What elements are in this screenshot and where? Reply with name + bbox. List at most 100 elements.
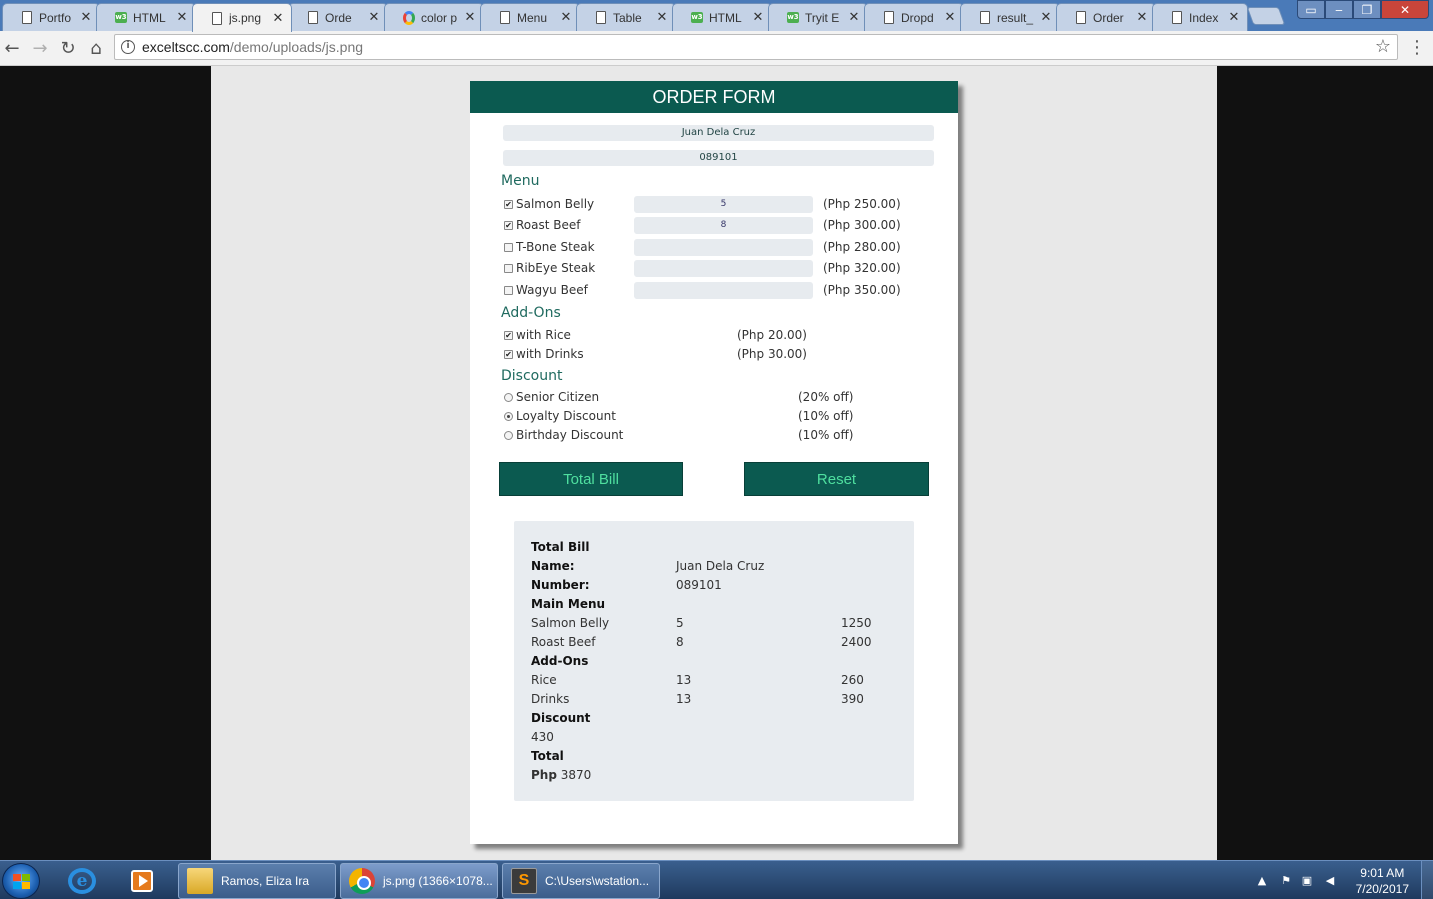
action-center-flag-icon[interactable]: ⚑	[1279, 874, 1293, 888]
discount-label: Senior Citizen	[516, 390, 600, 404]
addon-label: with Rice	[516, 328, 571, 342]
menu-item-price: (Php 350.00)	[823, 283, 901, 297]
volume-icon[interactable]: ◀	[1323, 874, 1337, 888]
page-icon	[21, 11, 33, 25]
w3schools-icon: w3	[787, 12, 799, 23]
image-background: ORDER FORM Juan Dela Cruz 089101 Menu ✔ …	[211, 66, 1217, 860]
browser-tab[interactable]: w3 HTML ✕	[672, 3, 772, 31]
menu-item-price: (Php 300.00)	[823, 218, 901, 232]
bookmark-star-icon[interactable]: ☆	[1375, 36, 1391, 57]
menu-item-label: Wagyu Beef	[516, 283, 588, 297]
browser-tab[interactable]: w3 Tryit E ✕	[768, 3, 868, 31]
bill-number-value: 089101	[676, 578, 722, 592]
system-tray: ▲ ⚑ ▣ ◀ 9:01 AM 7/20/2017	[1253, 861, 1433, 899]
browser-tab[interactable]: Order ✕	[1056, 3, 1156, 31]
checkbox[interactable]	[504, 263, 513, 273]
page-icon	[883, 11, 895, 25]
new-tab-button[interactable]	[1246, 7, 1286, 25]
info-icon[interactable]: i	[121, 40, 135, 54]
checkbox-checked[interactable]: ✔	[504, 199, 513, 209]
close-icon[interactable]: ✕	[751, 10, 765, 25]
bill-item-qty: 5	[676, 616, 684, 630]
close-icon[interactable]: ✕	[1039, 10, 1053, 25]
tab-title: Dropd	[901, 10, 934, 25]
browser-tab[interactable]: Orde ✕	[288, 3, 388, 31]
close-icon[interactable]: ✕	[1135, 10, 1149, 25]
close-icon[interactable]: ✕	[847, 10, 861, 25]
close-window-button[interactable]: ✕	[1381, 0, 1429, 19]
discount-off: (20% off)	[798, 390, 854, 404]
radio-button[interactable]	[504, 392, 513, 402]
taskbar-item-chrome[interactable]: js.png (1366×1078...	[340, 863, 498, 899]
checkbox[interactable]	[504, 242, 513, 252]
internet-explorer-icon[interactable]: e	[60, 864, 104, 898]
addon-price: (Php 30.00)	[737, 347, 807, 361]
browser-tab[interactable]: Dropd ✕	[864, 3, 964, 31]
forward-arrow-icon[interactable]: →	[28, 36, 52, 60]
bill-item-amount: 1250	[841, 616, 872, 630]
page-icon	[499, 11, 511, 25]
home-icon[interactable]: ⌂	[84, 36, 108, 60]
media-player-icon[interactable]	[120, 864, 164, 898]
close-icon[interactable]: ✕	[559, 10, 573, 25]
bill-discount-value: 430	[531, 730, 554, 744]
w3schools-icon: w3	[115, 12, 127, 23]
maximize-button[interactable]: ❐	[1353, 0, 1381, 19]
total-bill-button[interactable]: Total Bill	[499, 462, 683, 496]
address-bar[interactable]: i exceltscc.com/demo/uploads/js.png ☆	[114, 34, 1398, 60]
checkbox-checked[interactable]: ✔	[504, 220, 513, 230]
close-icon[interactable]: ✕	[271, 11, 285, 26]
url-text: exceltscc.com/demo/uploads/js.png	[142, 39, 363, 55]
radio-button[interactable]	[504, 430, 513, 440]
user-icon[interactable]: ▭	[1297, 0, 1325, 19]
browser-tab[interactable]: Menu ✕	[480, 3, 580, 31]
menu-item-price: (Php 250.00)	[823, 197, 901, 211]
taskbar-item-label: js.png (1366×1078...	[383, 874, 493, 888]
browser-tab[interactable]: Index ✕	[1152, 3, 1248, 31]
close-icon[interactable]: ✕	[655, 10, 669, 25]
checkbox-checked[interactable]: ✔	[504, 349, 513, 359]
clock-date: 7/20/2017	[1355, 882, 1409, 896]
url-path: /demo/uploads/js.png	[229, 39, 364, 55]
show-desktop-button[interactable]	[1421, 861, 1433, 899]
quantity-field[interactable]: 5	[634, 196, 813, 213]
browser-tab[interactable]: result_ ✕	[960, 3, 1060, 31]
checkbox-checked[interactable]: ✔	[504, 330, 513, 340]
close-icon[interactable]: ✕	[367, 10, 381, 25]
back-arrow-icon[interactable]: ←	[0, 36, 24, 60]
taskbar-item-sublime[interactable]: S C:\Users\wstation...	[502, 863, 660, 899]
reload-icon[interactable]: ↻	[56, 36, 80, 60]
browser-tab[interactable]: w3 HTML ✕	[96, 3, 196, 31]
browser-tab[interactable]: Table ✕	[576, 3, 676, 31]
browser-tab[interactable]: color p ✕	[384, 3, 484, 31]
radio-button-selected[interactable]	[504, 411, 513, 421]
quantity-field[interactable]	[634, 282, 813, 299]
number-field[interactable]: 089101	[503, 150, 934, 166]
quantity-field[interactable]	[634, 239, 813, 256]
name-field[interactable]: Juan Dela Cruz	[503, 125, 934, 141]
checkbox[interactable]	[504, 285, 513, 295]
bill-addon-name: Rice	[531, 673, 557, 687]
network-icon[interactable]: ▣	[1300, 874, 1314, 888]
show-hidden-icons-icon[interactable]: ▲	[1255, 874, 1269, 888]
close-icon[interactable]: ✕	[463, 10, 477, 25]
reset-button[interactable]: Reset	[744, 462, 929, 496]
kebab-menu-icon[interactable]: ⋮	[1408, 37, 1426, 59]
bill-addon-name: Drinks	[531, 692, 570, 706]
browser-tab[interactable]: Portfo ✕	[2, 3, 100, 31]
quantity-field[interactable]: 8	[634, 217, 813, 234]
discount-section-title: Discount	[501, 368, 563, 384]
start-button[interactable]	[2, 863, 40, 899]
clock[interactable]: 9:01 AM 7/20/2017	[1356, 865, 1409, 897]
minimize-button[interactable]: ‒	[1325, 0, 1353, 19]
close-icon[interactable]: ✕	[175, 10, 189, 25]
tab-title: js.png	[229, 11, 262, 25]
close-icon[interactable]: ✕	[943, 10, 957, 25]
quantity-field[interactable]	[634, 260, 813, 277]
browser-tab-active[interactable]: js.png ✕	[192, 3, 292, 32]
close-icon[interactable]: ✕	[1227, 10, 1241, 25]
taskbar-item-explorer[interactable]: Ramos, Eliza Ira	[178, 863, 336, 899]
tab-title: Tryit E	[805, 10, 840, 25]
windows-logo-icon	[13, 874, 30, 889]
close-icon[interactable]: ✕	[79, 10, 93, 25]
